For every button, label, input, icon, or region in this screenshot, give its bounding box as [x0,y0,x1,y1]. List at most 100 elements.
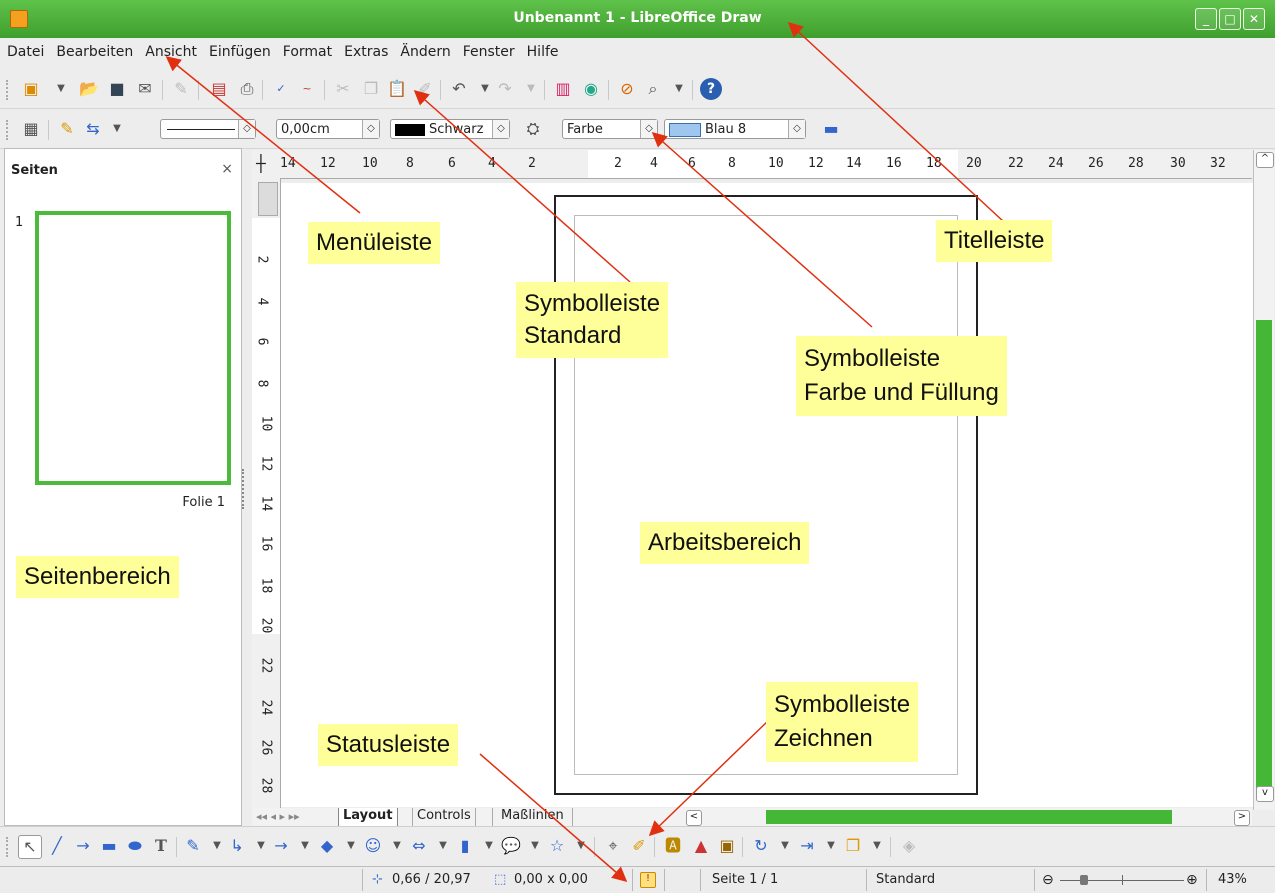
dropdown-arrow-icon[interactable]: ▼ [250,835,272,857]
connector-icon[interactable]: ↳ [226,835,248,857]
auto-spellcheck-icon[interactable]: ~ [296,78,318,100]
glue-points-icon[interactable]: ✐ [628,835,650,857]
scroll-left-icon[interactable]: < [686,810,702,826]
zoom-out-icon[interactable]: ⊖ [1042,872,1054,888]
scroll-down-icon[interactable]: v [1256,786,1274,802]
redo-dropdown-icon[interactable]: ▼ [520,78,542,100]
close-icon[interactable]: × [221,161,233,177]
rectangle-icon[interactable]: ▬ [98,835,120,857]
new-document-icon[interactable]: ▣ [20,78,42,100]
horizontal-scroll-thumb[interactable] [766,810,1172,824]
fontwork-icon[interactable]: 🅰 [662,835,684,857]
navigator-icon[interactable]: ⊘ [616,78,638,100]
dropdown-arrow-icon[interactable]: ▼ [774,835,796,857]
undo-dropdown-icon[interactable]: ▼ [474,78,496,100]
tab-layout[interactable]: Layout [338,808,398,827]
layout-name[interactable]: Standard [876,872,935,887]
from-file-icon[interactable]: ▲ [690,835,712,857]
area-color-select[interactable]: Blau 8 ◇ [664,119,806,139]
dropdown-arrow-icon[interactable]: ▼ [866,835,888,857]
ruler-origin-icon[interactable]: ┼ [256,154,266,173]
clone-format-icon[interactable]: ✐ [414,78,436,100]
arrange-icon[interactable]: ❐ [842,835,864,857]
dropdown-arrow-icon[interactable]: ▼ [524,835,546,857]
arrow-tool-icon[interactable]: → [72,835,94,857]
dropdown-arrow-icon[interactable]: ▼ [340,835,362,857]
menu-hilfe[interactable]: Hilfe [520,40,564,60]
rotate-icon[interactable]: ↻ [750,835,772,857]
dropdown-arrow-icon[interactable]: ▼ [478,835,500,857]
vertical-scrollbar[interactable]: ^ v [1253,150,1274,810]
copy-icon[interactable]: ❐ [360,78,382,100]
text-icon[interactable]: T [150,835,172,857]
line-tool-icon[interactable]: ╱ [46,835,68,857]
dropdown-arrow-icon[interactable]: ▼ [432,835,454,857]
points-icon[interactable]: ⌖ [602,835,624,857]
symbol-shapes-icon[interactable]: ☺ [362,835,384,857]
spin-icon[interactable]: ◇ [788,120,805,138]
arrow-style-icon[interactable]: ⇆ [82,118,104,140]
callouts-icon[interactable]: 💬 [500,835,522,857]
toolbar-grip[interactable] [6,837,12,857]
style-icon[interactable]: ▦ [20,118,42,140]
line-icon[interactable]: ✎ [56,118,78,140]
slide-thumbnail[interactable] [35,211,231,485]
spellcheck-icon[interactable]: ✓ [270,78,292,100]
dropdown-arrow-icon[interactable]: ▼ [820,835,842,857]
tab-controls[interactable]: Controls [412,808,476,827]
zoom-icon[interactable]: ⌕ [642,78,664,100]
arrow-style-dropdown-icon[interactable]: ▼ [106,118,128,140]
help-icon[interactable]: ? [700,78,722,100]
zoom-slider-handle[interactable] [1080,875,1088,885]
spin-icon[interactable]: ◇ [238,120,255,138]
toolbar-grip[interactable] [6,80,12,100]
menu-ansicht[interactable]: Ansicht [138,40,202,60]
menu-einfuegen[interactable]: Einfügen [202,40,276,60]
dropdown-arrow-icon[interactable]: ▼ [50,78,72,100]
export-pdf-icon[interactable]: ▤ [208,78,230,100]
menu-fenster[interactable]: Fenster [456,40,520,60]
spin-icon[interactable]: ◇ [362,120,379,138]
scroll-up-icon[interactable]: ^ [1256,152,1274,168]
line-width-field[interactable]: 0,00cm ◇ [276,119,380,139]
chart-icon[interactable]: ▥ [552,78,574,100]
line-color-select[interactable]: Schwarz ◇ [390,119,510,139]
zoom-in-icon[interactable]: ⊕ [1186,872,1198,888]
maximize-icon[interactable]: □ [1219,8,1241,30]
open-folder-icon[interactable]: 📂 [78,78,100,100]
save-icon[interactable]: ■ [106,78,128,100]
scroll-right-icon[interactable]: > [1234,810,1250,826]
dropdown-arrow-icon[interactable]: ▼ [386,835,408,857]
ellipse-icon[interactable]: ⬬ [124,835,146,857]
dropdown-arrow-icon[interactable]: ▼ [570,835,592,857]
lines-arrows-icon[interactable]: → [270,835,292,857]
area-style-select[interactable]: Farbe ◇ [562,119,658,139]
dropdown-arrow-icon[interactable]: ▼ [206,835,228,857]
email-icon[interactable]: ✉ [134,78,156,100]
select-icon[interactable]: ↖ [18,835,42,859]
edit-file-icon[interactable]: ✎ [170,78,192,100]
paste-icon[interactable]: 📋 [386,78,408,100]
redo-icon[interactable]: ↷ [494,78,516,100]
curve-icon[interactable]: ✎ [182,835,204,857]
menu-format[interactable]: Format [276,40,337,60]
zoom-dropdown-icon[interactable]: ▼ [668,78,690,100]
basic-shapes-icon[interactable]: ◆ [316,835,338,857]
close-window-icon[interactable]: ✕ [1243,8,1265,30]
print-icon[interactable]: ⎙ [236,78,258,100]
menu-extras[interactable]: Extras [337,40,393,60]
area-icon[interactable]: ⛭ [522,118,544,140]
stars-icon[interactable]: ☆ [546,835,568,857]
gallery-icon[interactable]: ▣ [716,835,738,857]
block-arrows-icon[interactable]: ⇔ [408,835,430,857]
alignment-icon[interactable]: ⇥ [796,835,818,857]
document-modified-icon[interactable]: ! [640,872,656,888]
vertical-scroll-thumb[interactable] [1256,320,1272,794]
shadow-icon[interactable]: ▬ [820,118,842,140]
spin-icon[interactable]: ◇ [492,120,509,138]
minimize-icon[interactable]: _ [1195,8,1217,30]
toolbar-grip[interactable] [6,120,12,140]
tab-navigation-icons[interactable]: ◂◂ ◂ ▸ ▸▸ [256,810,300,823]
zoom-level[interactable]: 43% [1218,872,1247,887]
gallery-icon[interactable]: ◉ [580,78,602,100]
